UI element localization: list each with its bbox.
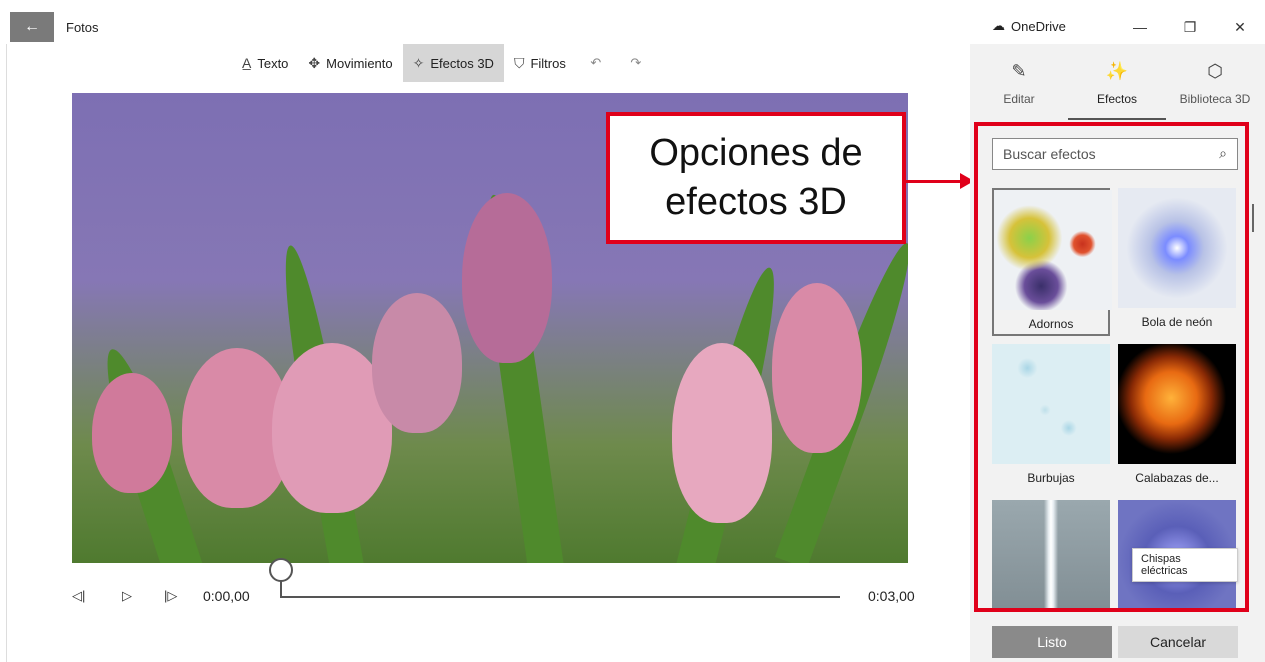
tab-effects-label: Efectos [1096,91,1138,106]
window-border [6,44,7,662]
sparkle-icon: ✨ [1105,60,1129,81]
search-input[interactable]: Buscar efectos ⌕ [992,138,1238,170]
effects-callout: Opciones de efectos 3D [606,112,906,244]
filters-button[interactable]: ⛉ Filtros [504,44,576,82]
tulip-flower [772,283,862,453]
effect-card-fountain[interactable] [992,500,1110,608]
3d-effects-icon: ✧ [412,54,425,71]
filters-label: Filtros [530,55,566,71]
3d-effects-label: Efectos 3D [430,55,494,71]
step-forward-icon[interactable]: |▷ [164,588,177,604]
motion-button[interactable]: ✥ Movimiento [298,44,402,82]
ornaments-thumbnail [994,190,1112,310]
pencil-icon: ✎ [1011,60,1027,81]
tulip-flower [672,343,772,523]
panel-actions: Listo Cancelar [992,626,1238,658]
pumpkins-thumbnail [1118,344,1236,464]
search-placeholder: Buscar efectos [1003,146,1096,162]
tulip-flower [462,193,552,363]
redo-button[interactable]: ↷ [616,44,656,82]
tab-3d-library-label: Biblioteca 3D [1179,91,1251,106]
effect-card-pumpkins[interactable]: Calabazas de... [1118,344,1236,492]
effect-card-ornaments[interactable]: Adornos [992,188,1112,336]
effect-tooltip: Chispas eléctricas [1132,548,1238,582]
restore-button[interactable]: ❐ [1165,10,1215,44]
play-icon[interactable]: ▷ [122,588,132,604]
scrub-track[interactable] [280,596,840,598]
effect-label: Burbujas [1027,471,1075,485]
cancel-button[interactable]: Cancelar [1118,626,1238,658]
cube-icon: ⬡ [1207,60,1223,81]
undo-button[interactable]: ↶ [576,44,616,82]
effect-label: Adornos [1028,317,1074,331]
tulip-flower [92,373,172,493]
back-button[interactable]: ← [10,12,54,42]
video-toolbar: A̲ Texto ✥ Movimiento ✧ Efectos 3D ⛉ Fil… [232,44,656,82]
motion-icon: ✥ [308,54,321,71]
filter-icon: ⛉ [513,54,525,71]
scrub-handle[interactable] [269,558,293,582]
step-back-icon[interactable]: ◁| [72,588,85,604]
current-time: 0:00,00 [203,588,250,604]
callout-line-2: efectos 3D [665,181,847,223]
neon-ball-thumbnail [1118,188,1236,308]
tulip-flower [372,293,462,433]
3d-effects-button[interactable]: ✧ Efectos 3D [402,44,504,82]
text-label: Texto [257,55,289,71]
panel-tabs: ✎ Editar ✨ Efectos ⬡ Biblioteca 3D [970,44,1265,122]
search-icon[interactable]: ⌕ [1219,145,1227,162]
text-button[interactable]: A̲ Texto [232,44,298,82]
motion-label: Movimiento [326,55,393,71]
effect-card-bubbles[interactable]: Burbujas [992,344,1110,492]
redo-icon: ↷ [630,55,642,70]
cloud-icon: ☁ [992,18,1005,33]
undo-icon: ↶ [590,55,602,70]
panel-scrollbar[interactable] [1252,204,1254,232]
effect-card-neon-ball[interactable]: Bola de neón [1118,188,1236,336]
title-bar: ← Fotos ☁ OneDrive — ❐ ✕ [0,10,1265,44]
tab-edit-label: Editar [1003,91,1035,106]
fountain-thumbnail [992,500,1110,608]
tab-3d-library[interactable]: ⬡ Biblioteca 3D [1166,44,1264,122]
done-button[interactable]: Listo [992,626,1112,658]
close-button[interactable]: ✕ [1215,10,1265,44]
timeline: ◁| ▷ |▷ 0:00,00 0:03,00 [60,558,940,616]
onedrive-label: OneDrive [1011,18,1066,34]
effects-panel: ✎ Editar ✨ Efectos ⬡ Biblioteca 3D Busca… [970,44,1265,662]
end-time: 0:03,00 [868,588,915,604]
tab-effects[interactable]: ✨ Efectos [1068,44,1166,122]
app-title: Fotos [66,20,99,35]
bubbles-thumbnail [992,344,1110,464]
minimize-button[interactable]: — [1115,10,1165,44]
effect-label: Calabazas de... [1135,471,1219,485]
back-arrow-icon: ← [24,18,40,35]
onedrive-status[interactable]: ☁ OneDrive [992,18,1066,34]
callout-arrow-line [906,180,968,183]
callout-line-1: Opciones de [649,131,863,174]
text-icon: A̲ [242,55,252,71]
effect-label: Bola de neón [1141,315,1213,329]
tab-edit[interactable]: ✎ Editar [970,44,1068,122]
effects-options-box: Buscar efectos ⌕ Adornos Bola de neón Bu… [974,122,1249,612]
window-controls: — ❐ ✕ [1115,10,1265,44]
